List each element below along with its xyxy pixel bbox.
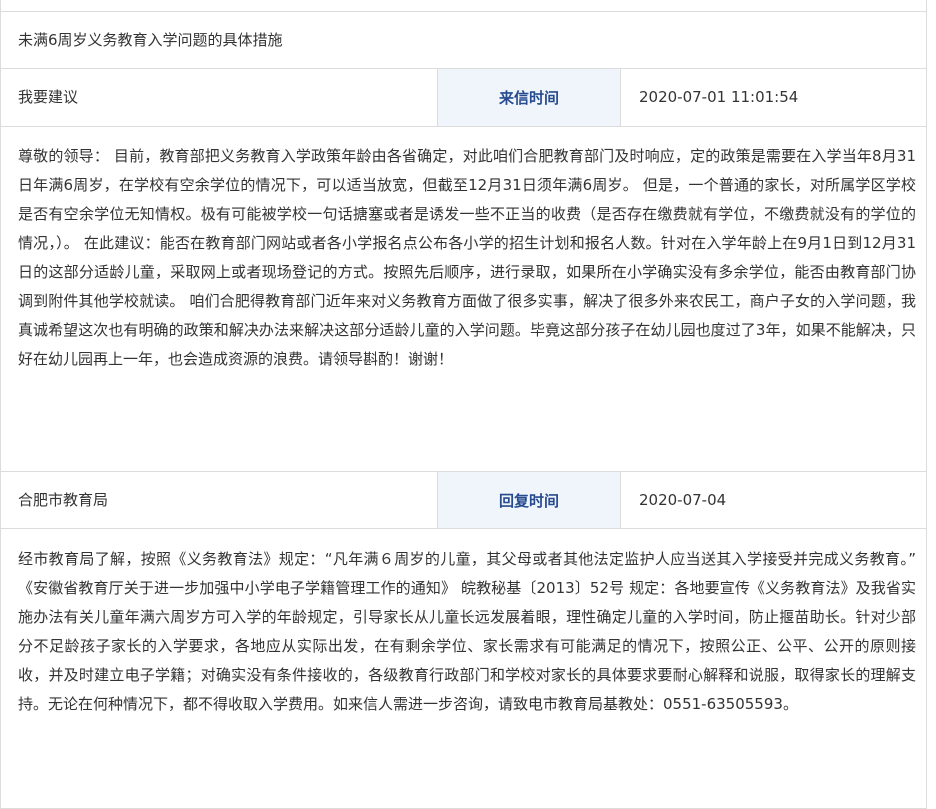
letter-content-row: 尊敬的领导： 目前，教育部把义务教育入学政策年龄由各省确定，对此咱们合肥教育部门… xyxy=(1,126,926,471)
reply-meta-row: 合肥市教育局 回复时间 2020-07-04 xyxy=(1,471,926,528)
reply-department: 合肥市教育局 xyxy=(18,491,109,509)
letter-title: 未满6周岁义务教育入学问题的具体措施 xyxy=(18,31,283,49)
reply-time-value: 2020-07-04 xyxy=(639,491,727,509)
letter-time-label: 来信时间 xyxy=(437,69,621,126)
letter-detail-table: 未满6周岁义务教育入学问题的具体措施 我要建议 来信时间 2020-07-01 … xyxy=(0,0,927,809)
reply-time-label: 回复时间 xyxy=(437,472,621,528)
reply-content: 经市教育局了解，按照《义务教育法》规定：“凡年满６周岁的儿童，其父母或者其他法定… xyxy=(18,550,916,713)
title-row: 未满6周岁义务教育入学问题的具体措施 xyxy=(1,11,926,68)
letter-meta-row: 我要建议 来信时间 2020-07-01 11:01:54 xyxy=(1,68,926,126)
letter-content: 尊敬的领导： 目前，教育部把义务教育入学政策年龄由各省确定，对此咱们合肥教育部门… xyxy=(18,147,916,368)
letter-type: 我要建议 xyxy=(18,88,79,106)
reply-content-row: 经市教育局了解，按照《义务教育法》规定：“凡年满６周岁的儿童，其父母或者其他法定… xyxy=(1,528,926,809)
letter-time-value: 2020-07-01 11:01:54 xyxy=(639,88,799,106)
